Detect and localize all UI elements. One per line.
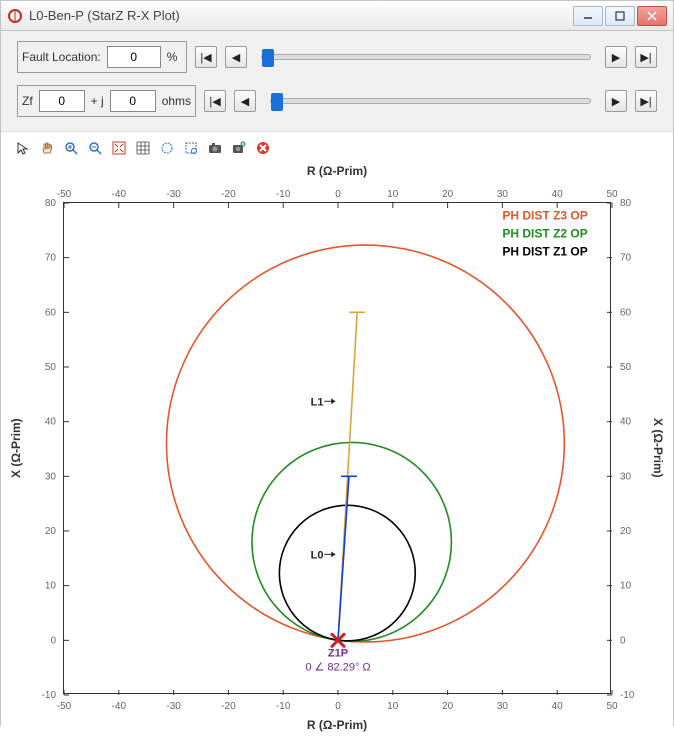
svg-text:20: 20 — [442, 701, 454, 712]
fault-location-label: Fault Location: — [22, 50, 101, 64]
minimize-button[interactable] — [573, 6, 603, 26]
svg-text:50: 50 — [620, 362, 632, 373]
title-bar: L0-Ben-P (StarZ R-X Plot) — [1, 1, 673, 31]
zf-label: Zf — [22, 94, 33, 108]
zf-imag-input[interactable] — [110, 90, 156, 112]
svg-text:L0: L0 — [311, 549, 324, 561]
pointer-icon[interactable] — [13, 138, 33, 158]
svg-text:PH DIST Z2 OP: PH DIST Z2 OP — [502, 226, 587, 240]
zf-slider[interactable] — [270, 98, 591, 104]
svg-text:-10: -10 — [276, 189, 291, 200]
zoom-out-icon[interactable] — [85, 138, 105, 158]
camera-plus-icon[interactable] — [229, 138, 249, 158]
zf-plus-j-label: + j — [91, 94, 104, 108]
y-axis-title-right: X (Ω-Prim) — [651, 162, 665, 734]
svg-text:0 ∠ 82.29° Ω: 0 ∠ 82.29° Ω — [305, 661, 370, 673]
fault-prev-button[interactable]: ◀ — [225, 46, 247, 68]
svg-text:10: 10 — [387, 701, 399, 712]
svg-text:40: 40 — [620, 417, 632, 428]
svg-text:L1: L1 — [311, 396, 324, 408]
svg-text:70: 70 — [620, 253, 632, 264]
svg-text:30: 30 — [497, 701, 509, 712]
controls-panel: Fault Location: % |◀ ◀ ▶ ▶| Zf + j ohms … — [1, 31, 673, 132]
svg-text:PH DIST Z1 OP: PH DIST Z1 OP — [502, 244, 587, 258]
svg-text:-30: -30 — [166, 701, 181, 712]
svg-text:40: 40 — [552, 701, 564, 712]
fault-location-slider[interactable] — [261, 54, 591, 60]
delete-icon[interactable] — [253, 138, 273, 158]
svg-text:40: 40 — [45, 417, 57, 428]
fault-location-unit: % — [167, 50, 178, 64]
grid-icon[interactable] — [133, 138, 153, 158]
svg-text:-10: -10 — [276, 701, 291, 712]
svg-text:10: 10 — [620, 581, 632, 592]
svg-text:70: 70 — [45, 253, 57, 264]
zf-seek-last-button[interactable]: ▶| — [635, 90, 657, 112]
svg-text:50: 50 — [606, 189, 618, 200]
fault-next-button[interactable]: ▶ — [605, 46, 627, 68]
svg-text:-30: -30 — [166, 189, 181, 200]
fault-seek-first-button[interactable]: |◀ — [195, 46, 217, 68]
close-button[interactable] — [637, 6, 667, 26]
zf-next-button[interactable]: ▶ — [605, 90, 627, 112]
zf-real-input[interactable] — [39, 90, 85, 112]
svg-text:60: 60 — [620, 307, 632, 318]
zoom-box-icon[interactable] — [181, 138, 201, 158]
svg-text:80: 80 — [620, 198, 632, 209]
zf-slider-thumb[interactable] — [271, 93, 283, 111]
svg-text:20: 20 — [45, 526, 57, 537]
svg-text:-20: -20 — [221, 701, 236, 712]
window-title: L0-Ben-P (StarZ R-X Plot) — [29, 8, 573, 23]
svg-text:30: 30 — [45, 471, 57, 482]
fault-location-input[interactable] — [107, 46, 161, 68]
zoom-extents-icon[interactable] — [109, 138, 129, 158]
plot-toolbar — [1, 132, 673, 162]
svg-text:80: 80 — [45, 198, 57, 209]
svg-text:50: 50 — [45, 362, 57, 373]
fault-slider-thumb[interactable] — [262, 49, 274, 67]
svg-text:30: 30 — [497, 189, 509, 200]
svg-text:40: 40 — [552, 189, 564, 200]
svg-text:10: 10 — [387, 189, 399, 200]
zf-unit: ohms — [162, 94, 191, 108]
svg-text:-20: -20 — [221, 189, 236, 200]
svg-text:50: 50 — [606, 701, 618, 712]
svg-text:-50: -50 — [57, 701, 72, 712]
svg-text:10: 10 — [45, 581, 57, 592]
svg-text:-10: -10 — [42, 690, 57, 701]
plot-region[interactable]: -50-50-40-40-30-30-20-20-10-100010102020… — [63, 202, 611, 694]
zf-prev-button[interactable]: ◀ — [234, 90, 256, 112]
app-icon — [7, 8, 23, 24]
svg-text:Z1P: Z1P — [328, 648, 348, 660]
svg-text:20: 20 — [442, 189, 454, 200]
svg-text:0: 0 — [620, 635, 626, 646]
svg-text:60: 60 — [45, 307, 57, 318]
fault-seek-last-button[interactable]: ▶| — [635, 46, 657, 68]
maximize-button[interactable] — [605, 6, 635, 26]
svg-text:-40: -40 — [112, 189, 127, 200]
svg-text:-10: -10 — [620, 690, 635, 701]
circle-select-icon[interactable] — [157, 138, 177, 158]
zoom-in-icon[interactable] — [61, 138, 81, 158]
svg-text:20: 20 — [620, 526, 632, 537]
zf-seek-first-button[interactable]: |◀ — [204, 90, 226, 112]
svg-text:0: 0 — [50, 635, 56, 646]
x-axis-title-top: R (Ω-Prim) — [9, 164, 665, 178]
y-axis-title-left: X (Ω-Prim) — [9, 162, 23, 734]
x-axis-title-bottom: R (Ω-Prim) — [9, 718, 665, 732]
camera-icon[interactable] — [205, 138, 225, 158]
svg-text:PH DIST Z3 OP: PH DIST Z3 OP — [502, 208, 587, 222]
svg-text:-40: -40 — [112, 701, 127, 712]
svg-text:-50: -50 — [57, 189, 72, 200]
chart-area: R (Ω-Prim) R (Ω-Prim) X (Ω-Prim) X (Ω-Pr… — [1, 162, 673, 742]
hand-icon[interactable] — [37, 138, 57, 158]
svg-text:0: 0 — [335, 189, 341, 200]
svg-text:0: 0 — [335, 701, 341, 712]
svg-text:30: 30 — [620, 471, 632, 482]
